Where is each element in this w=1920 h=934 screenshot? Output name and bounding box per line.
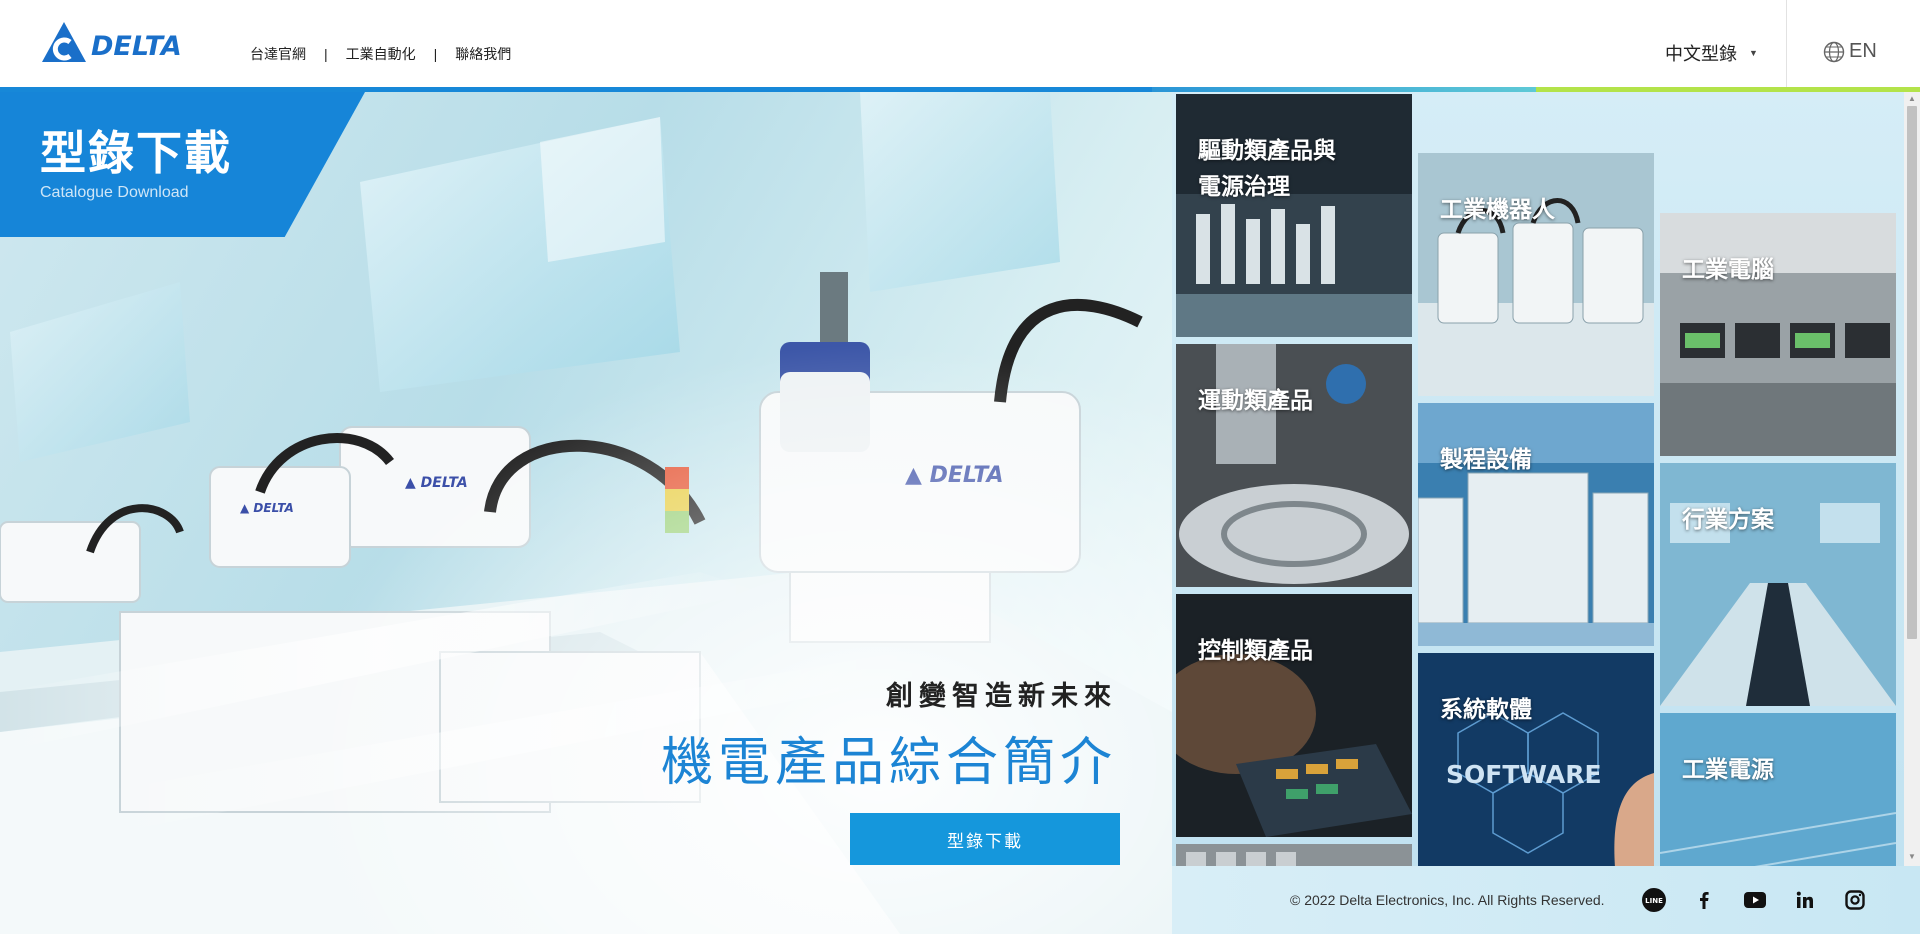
chevron-down-icon: ▼ (1749, 48, 1758, 58)
category-label: 驅動類產品與 電源治理 (1198, 137, 1336, 199)
globe-icon (1823, 41, 1845, 62)
nav-contact-us[interactable]: 聯絡我們 (455, 44, 511, 64)
category-tile-motion[interactable]: 運動類產品 (1176, 344, 1412, 587)
catalog-select-value: 中文型錄 (1665, 44, 1737, 64)
scrollbar-thumb[interactable] (1907, 106, 1917, 639)
category-tile-process-equipment[interactable]: 製程設備 (1418, 403, 1654, 646)
svg-text:LINE: LINE (1645, 897, 1663, 905)
line-icon[interactable]: LINE (1640, 886, 1668, 914)
nav-industrial-automation[interactable]: 工業自動化 (346, 44, 416, 64)
youtube-icon[interactable] (1741, 886, 1769, 914)
page-subtitle: Catalogue Download (40, 184, 189, 201)
site-header: DELTA 台達官網 | 工業自動化 | 聯絡我們 中文型錄 ▼ EN (0, 0, 1920, 87)
category-grid: 驅動類產品與 電源治理 運動類產品 控制類產品 工業機器人 製程設備 SOFTW… (1172, 92, 1920, 934)
category-tile-control[interactable]: 控制類產品 (1176, 594, 1412, 837)
hero-slogan: 創變智造新未來 (886, 681, 1117, 711)
page-title: 型錄下載 (40, 127, 232, 179)
hero-headline: 機電產品綜合簡介 (660, 734, 1117, 792)
copyright-text: © 2022 Delta Electronics, Inc. All Right… (1290, 892, 1605, 908)
category-label: 運動類產品 (1198, 387, 1313, 413)
facebook-icon[interactable] (1690, 886, 1718, 914)
scroll-down-arrow-icon[interactable]: ▼ (1908, 852, 1916, 861)
linkedin-icon[interactable] (1791, 886, 1819, 914)
category-label: 控制類產品 (1198, 637, 1313, 663)
category-tile-industry-solutions[interactable]: 行業方案 (1660, 463, 1896, 706)
language-switch[interactable]: EN (1823, 40, 1877, 63)
nav-separator: | (324, 46, 328, 62)
category-tile-system-software[interactable]: SOFTWARE 系統軟體 (1418, 653, 1654, 896)
top-navigation: 台達官網 | 工業自動化 | 聯絡我們 (250, 44, 511, 64)
category-label: 工業機器人 (1440, 196, 1555, 222)
svg-text:SOFTWARE: SOFTWARE (1446, 760, 1602, 789)
header-divider (1786, 0, 1787, 87)
category-tile-industrial-robot[interactable]: 工業機器人 (1418, 153, 1654, 396)
category-label: 製程設備 (1440, 446, 1532, 472)
instagram-icon[interactable] (1841, 886, 1869, 914)
category-tile-industrial-pc[interactable]: 工業電腦 (1660, 213, 1896, 456)
category-label: 工業電源 (1682, 756, 1774, 782)
delta-logo[interactable]: DELTA (40, 20, 185, 64)
delta-triangle-icon (42, 22, 86, 62)
catalog-download-button[interactable]: 型錄下載 (850, 813, 1120, 865)
catalog-language-select[interactable]: 中文型錄 ▼ (1665, 40, 1758, 66)
scroll-up-arrow-icon[interactable]: ▲ (1908, 94, 1916, 103)
category-label: 行業方案 (1682, 506, 1774, 532)
category-label: 系統軟體 (1440, 696, 1532, 722)
category-tile-drives-power[interactable]: 驅動類產品與 電源治理 (1176, 94, 1412, 337)
logo-text: DELTA (91, 30, 182, 62)
hero-banner: ▲ DELTA ▲ DELTA ▲ DELTA 型錄下載 Catalogue D… (0, 92, 1172, 934)
nav-delta-official[interactable]: 台達官網 (250, 44, 306, 64)
nav-separator: | (433, 46, 438, 62)
language-label: EN (1849, 40, 1877, 62)
category-label: 工業電腦 (1682, 256, 1774, 282)
